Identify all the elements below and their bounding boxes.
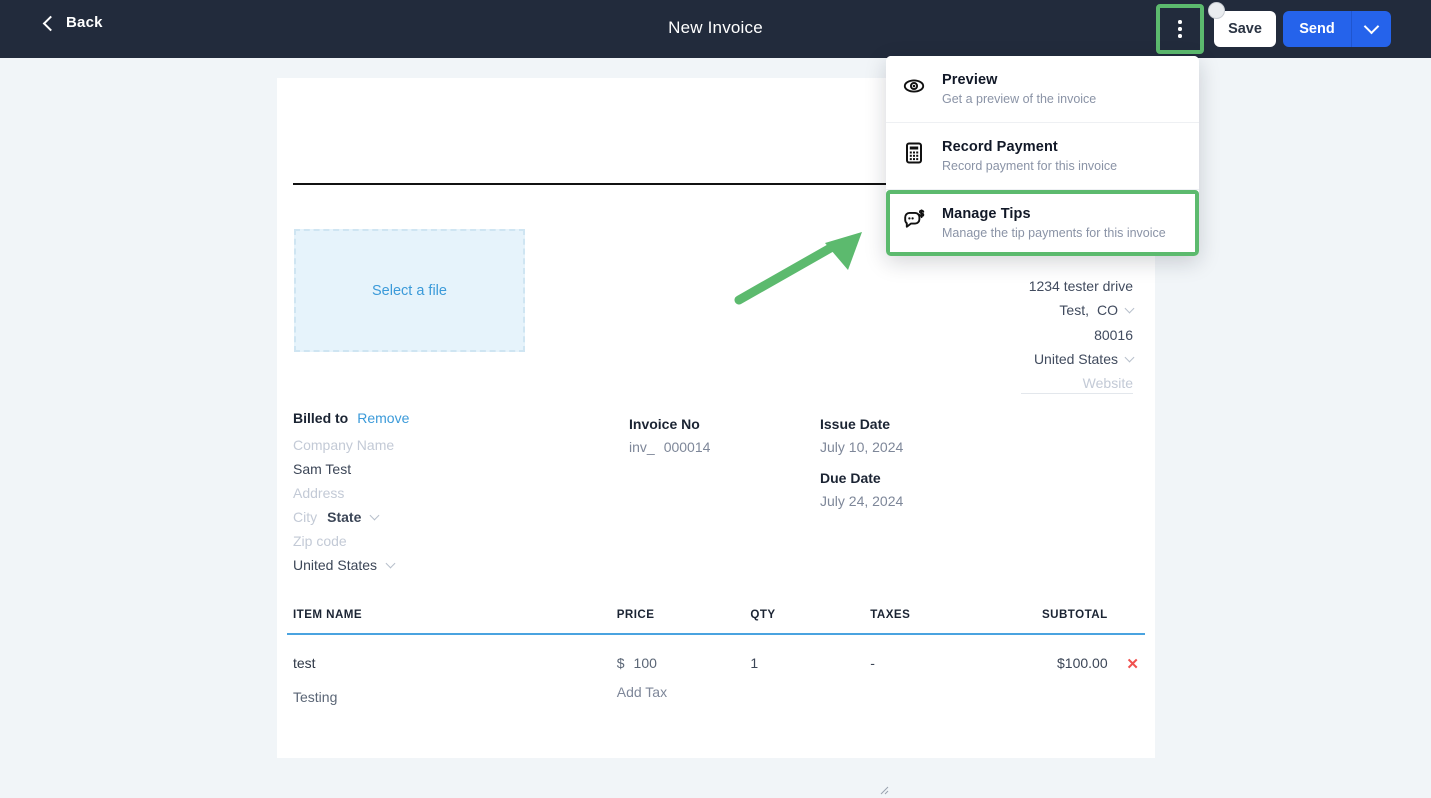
item-price-value: 100 xyxy=(633,655,657,671)
item-name-input[interactable]: test xyxy=(293,655,617,671)
sender-zip: 80016 xyxy=(1094,326,1133,343)
cell-remove: ✕ xyxy=(1108,655,1145,705)
column-header-actions xyxy=(1108,608,1145,621)
billed-country-select[interactable]: United States xyxy=(293,553,377,577)
save-button[interactable]: Save xyxy=(1214,11,1276,47)
chevron-down-icon[interactable] xyxy=(1124,303,1135,314)
sender-street: 1234 tester drive xyxy=(1028,278,1133,294)
menu-item-manage-tips-subtitle: Manage the tip payments for this invoice xyxy=(942,226,1166,240)
line-items-table: ITEM NAME PRICE QTY TAXES SUBTOTAL test … xyxy=(287,608,1145,795)
sender-city: Test, xyxy=(1059,302,1089,319)
kebab-dot xyxy=(1178,27,1182,31)
chevron-down-icon xyxy=(1363,18,1380,35)
file-dropzone[interactable]: Select a file xyxy=(294,229,525,352)
chevron-down-icon[interactable] xyxy=(1124,352,1135,362)
eye-icon xyxy=(902,72,928,103)
cell-taxes: - xyxy=(870,655,875,671)
column-header-taxes: TAXES xyxy=(870,608,911,621)
item-description-input[interactable]: Testing xyxy=(293,671,617,705)
billed-city-state-row: City State xyxy=(293,505,573,529)
chat-dollar-icon xyxy=(902,206,928,237)
cell-price: $ 100 Add Tax xyxy=(617,655,739,705)
chevron-down-icon[interactable] xyxy=(385,558,396,568)
invoice-dates-block: Issue Date July 10, 2024 Due Date July 2… xyxy=(820,413,903,521)
menu-item-preview-subtitle: Get a preview of the invoice xyxy=(942,92,1097,106)
sender-city-state-row[interactable]: Test, CO xyxy=(803,298,1135,322)
item-price-field[interactable]: $ 100 xyxy=(617,655,739,671)
invoice-number-block: Invoice No inv_ 000014 xyxy=(629,413,710,459)
currency-symbol: $ xyxy=(616,655,625,671)
menu-item-manage-tips[interactable]: Manage Tips Manage the tip payments for … xyxy=(886,190,1199,256)
billed-city-input[interactable]: City xyxy=(293,505,317,529)
column-header-subtotal: SUBTOTAL xyxy=(1041,608,1108,621)
menu-item-preview-texts: Preview Get a preview of the invoice xyxy=(942,72,1096,106)
chevron-down-icon[interactable] xyxy=(369,510,380,520)
cell-subtotal: $100.00 xyxy=(1057,655,1108,671)
kebab-dot xyxy=(1178,20,1182,24)
add-tax-button[interactable]: Add Tax xyxy=(617,671,739,700)
billed-name-input[interactable]: Sam Test xyxy=(293,457,573,481)
menu-item-record-payment-texts: Record Payment Record payment for this i… xyxy=(942,139,1117,173)
website-field-underline xyxy=(1021,393,1133,394)
invoice-actions-menu: Preview Get a preview of the invoice Rec… xyxy=(886,56,1199,256)
billed-to-header: Billed to Remove xyxy=(293,406,573,430)
billed-to-label: Billed to xyxy=(293,410,349,426)
column-header-price: PRICE xyxy=(616,608,655,621)
sender-country: United States xyxy=(1033,350,1118,367)
menu-item-record-payment-title: Record Payment xyxy=(942,139,1058,155)
file-dropzone-label: Select a file xyxy=(372,282,447,299)
invoice-number-value: 000014 xyxy=(663,439,711,455)
billed-company-input[interactable]: Company Name xyxy=(293,433,573,457)
invoice-number-value-row[interactable]: inv_ 000014 xyxy=(629,436,710,459)
send-dropdown-button[interactable] xyxy=(1351,11,1391,47)
menu-item-manage-tips-texts: Manage Tips Manage the tip payments for … xyxy=(942,206,1166,240)
sender-zip-row[interactable]: 80016 xyxy=(803,323,1133,347)
send-button-group: Send xyxy=(1283,11,1391,47)
menu-item-record-payment-subtitle: Record payment for this invoice xyxy=(942,159,1118,173)
kebab-menu-button[interactable] xyxy=(1162,10,1198,48)
sender-state: CO xyxy=(1097,302,1118,319)
sender-address-block: 1234 tester drive Test, CO 80016 United … xyxy=(803,274,1135,395)
line-items-header-row: ITEM NAME PRICE QTY TAXES SUBTOTAL xyxy=(287,608,1145,633)
invoice-number-prefix: inv_ xyxy=(629,439,655,455)
cell-qty[interactable]: 1 xyxy=(738,655,862,705)
mouse-cursor-indicator xyxy=(1208,2,1225,19)
menu-item-manage-tips-title: Manage Tips xyxy=(942,206,1031,222)
billed-to-block: Billed to Remove Company Name Sam Test A… xyxy=(293,406,573,577)
textarea-resize-handle[interactable] xyxy=(877,783,889,795)
sender-website-row[interactable]: Website xyxy=(803,371,1133,395)
issue-date-value[interactable]: July 10, 2024 xyxy=(820,436,903,459)
invoice-number-label: Invoice No xyxy=(629,416,700,432)
kebab-dot xyxy=(1178,34,1182,38)
send-button[interactable]: Send xyxy=(1283,11,1351,47)
sender-street-row[interactable]: 1234 tester drive xyxy=(803,274,1133,298)
due-date-label: Due Date xyxy=(820,470,881,486)
menu-item-preview[interactable]: Preview Get a preview of the invoice xyxy=(886,56,1199,123)
cell-item-name: test Testing xyxy=(287,655,617,705)
menu-item-record-payment[interactable]: Record Payment Record payment for this i… xyxy=(886,123,1199,190)
sender-country-row[interactable]: United States xyxy=(803,347,1135,371)
sender-website-placeholder: Website xyxy=(1082,375,1133,392)
remove-row-icon[interactable]: ✕ xyxy=(1126,656,1139,673)
column-header-item-name: ITEM NAME xyxy=(293,608,363,621)
calculator-icon xyxy=(902,139,928,170)
due-date-value[interactable]: July 24, 2024 xyxy=(820,490,903,513)
billed-state-select[interactable]: State xyxy=(327,505,361,529)
billed-country-row: United States xyxy=(293,553,573,577)
billed-address-input[interactable]: Address xyxy=(293,481,573,505)
table-row: test Testing $ 100 Add Tax 1 - $100.00 ✕ xyxy=(287,635,1145,705)
issue-date-label: Issue Date xyxy=(820,416,891,432)
menu-item-preview-title: Preview xyxy=(942,72,998,88)
billed-zip-input[interactable]: Zip code xyxy=(293,529,573,553)
column-header-qty: QTY xyxy=(750,608,776,621)
remove-billed-to-button[interactable]: Remove xyxy=(357,406,409,430)
